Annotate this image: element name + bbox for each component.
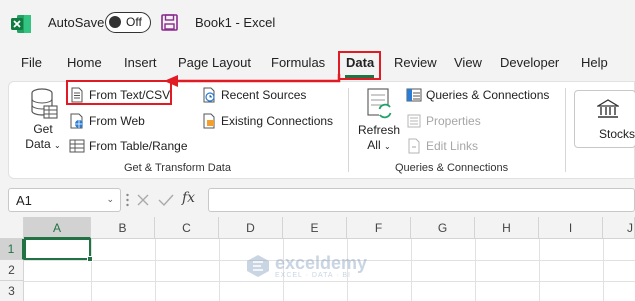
- get-data-icon[interactable]: [30, 88, 58, 120]
- column-header[interactable]: F: [347, 217, 411, 239]
- toggle-knob: [109, 16, 121, 28]
- column-header[interactable]: B: [91, 217, 155, 239]
- column-header[interactable]: I: [539, 217, 603, 239]
- gridline: [475, 239, 476, 301]
- tab-home[interactable]: Home: [67, 55, 102, 70]
- row-header[interactable]: 3: [0, 281, 24, 301]
- autosave-label: AutoSave: [48, 15, 105, 30]
- formula-controls: fx: [132, 188, 204, 212]
- column-header[interactable]: G: [411, 217, 475, 239]
- row-header[interactable]: 2: [0, 260, 24, 281]
- tab-file[interactable]: File: [21, 55, 42, 70]
- get-transform-group-label: Get & Transform Data: [124, 162, 231, 174]
- enter-check-icon[interactable]: [158, 193, 174, 207]
- column-header[interactable]: D: [219, 217, 283, 239]
- cancel-icon[interactable]: [136, 193, 150, 207]
- tab-help[interactable]: Help: [581, 55, 608, 70]
- name-box[interactable]: A1 ⌄: [8, 188, 121, 212]
- properties-label: Properties: [426, 114, 481, 128]
- gridline: [155, 239, 156, 301]
- watermark-name: exceldemy: [275, 252, 368, 273]
- formula-bar: A1 ⌄ fx: [0, 184, 635, 216]
- column-header[interactable]: C: [155, 217, 219, 239]
- chevron-down-icon: ⌄: [383, 142, 391, 151]
- save-icon[interactable]: [161, 14, 178, 31]
- group-separator: [348, 88, 349, 172]
- tab-developer[interactable]: Developer: [500, 55, 559, 70]
- stocks-label: Stocks: [599, 127, 635, 141]
- tab-review[interactable]: Review: [394, 55, 437, 70]
- autosave-state: Off: [126, 15, 142, 29]
- exceldemy-logo-icon: [247, 255, 269, 277]
- column-header[interactable]: J: [603, 217, 635, 239]
- existing-connections-label: Existing Connections: [221, 114, 334, 128]
- tab-page-layout[interactable]: Page Layout: [178, 55, 251, 70]
- gridline: [603, 239, 604, 301]
- autosave-toggle[interactable]: Off: [105, 12, 151, 33]
- tab-view[interactable]: View: [454, 55, 482, 70]
- refresh-all-button[interactable]: Refresh All ⌄: [355, 123, 403, 154]
- from-web-label: From Web: [89, 114, 145, 128]
- title-bar: AutoSave Off Book1 - Excel: [0, 0, 635, 46]
- web-page-icon: [70, 113, 83, 129]
- gridline: [539, 239, 540, 301]
- chevron-down-icon: ⌄: [54, 141, 61, 150]
- get-data-label-2: Data ⌄: [25, 137, 61, 151]
- gridline: [411, 239, 412, 301]
- properties-icon: [407, 114, 421, 128]
- edit-links-icon: [408, 138, 420, 154]
- tab-insert[interactable]: Insert: [124, 55, 157, 70]
- fill-handle[interactable]: [87, 256, 93, 262]
- group-separator: [565, 88, 566, 172]
- from-table-range-button[interactable]: From Table/Range: [69, 138, 188, 154]
- queries-connections-button[interactable]: Queries & Connections: [406, 87, 549, 103]
- from-table-range-label: From Table/Range: [89, 139, 188, 153]
- worksheet-grid: A B C D E F G H I J 1 2 3 exceldemy EXCE…: [0, 217, 635, 301]
- chevron-down-icon[interactable]: ⌄: [106, 194, 114, 205]
- bank-icon: [597, 99, 619, 118]
- refresh-label-2: All ⌄: [367, 138, 391, 152]
- get-data-button[interactable]: Get Data ⌄: [23, 122, 63, 153]
- excel-logo-icon: [11, 15, 31, 33]
- column-header[interactable]: E: [283, 217, 347, 239]
- refresh-all-icon[interactable]: [365, 87, 395, 121]
- select-all-corner[interactable]: [0, 217, 24, 239]
- edit-links-button[interactable]: Edit Links: [406, 138, 478, 154]
- from-text-csv-highlight-box: [66, 80, 172, 105]
- active-cell-a1[interactable]: [24, 238, 93, 262]
- existing-connections-button[interactable]: Existing Connections: [201, 113, 333, 129]
- document-title: Book1 - Excel: [195, 15, 276, 30]
- edit-links-label: Edit Links: [426, 139, 479, 153]
- from-web-button[interactable]: From Web: [69, 113, 145, 129]
- formula-input[interactable]: [208, 188, 635, 212]
- insert-function-icon[interactable]: fx: [182, 190, 195, 206]
- get-data-label-1: Get: [33, 122, 53, 136]
- queries-connections-label: Queries & Connections: [426, 88, 550, 102]
- red-arrow-annotation: [164, 74, 341, 87]
- queries-group-label: Queries & Connections: [395, 162, 509, 174]
- existing-connections-icon: [203, 113, 215, 129]
- properties-button[interactable]: Properties: [406, 113, 481, 129]
- column-header[interactable]: H: [475, 217, 539, 239]
- gridline: [24, 281, 635, 282]
- gridline: [91, 239, 92, 301]
- row-header[interactable]: 1: [0, 239, 24, 260]
- column-header[interactable]: A: [24, 217, 91, 239]
- watermark-tagline: EXCEL · DATA · BI: [275, 271, 351, 279]
- stocks-button[interactable]: Stocks: [574, 90, 635, 148]
- gridline: [219, 239, 220, 301]
- name-box-value: A1: [16, 193, 32, 208]
- tab-formulas[interactable]: Formulas: [271, 55, 325, 70]
- more-options-icon[interactable]: [126, 192, 129, 208]
- refresh-label-1: Refresh: [357, 123, 401, 137]
- exceldemy-watermark: exceldemy EXCEL · DATA · BI: [245, 253, 367, 279]
- table-icon: [69, 139, 85, 153]
- ribbon-panel: Get Data ⌄ From Text/CSV From Web From T…: [8, 80, 635, 179]
- queries-connections-icon: [406, 88, 422, 102]
